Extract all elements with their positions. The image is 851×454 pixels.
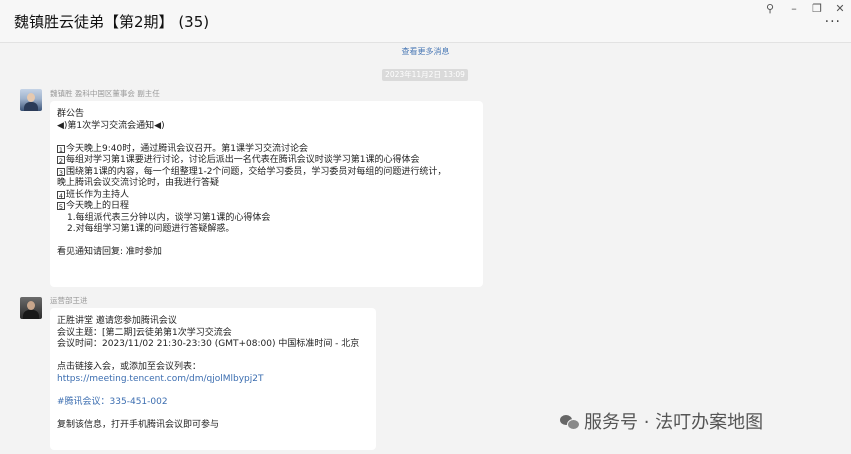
load-more-link[interactable]: 查看更多消息 <box>0 46 851 57</box>
message-line: 点击链接入会，或添加至会议列表： <box>57 362 202 372</box>
message-line: 1.每组派代表三分钟以内，谈学习第1课的心得体会 <box>67 212 271 223</box>
message-line: 3 围绕第1课的内容，每一个组整理1-2个问题，交给学习委员，学习委员对每组的问题… <box>57 167 476 179</box>
message-line: 会议主题：[第二期]云徒弟第1次学习交流会 <box>57 327 232 338</box>
watermark: 服务号 · 法叮办案地图 <box>560 408 763 434</box>
message-line: ◀)第1次学习交流会通知◀) <box>57 120 165 131</box>
message-timestamp: 2023年11月2日 13:09 <box>382 69 468 81</box>
message-line: 1 今天晚上9:40时，通过腾讯会议召开。第1课学习交流讨论会 <box>57 144 476 156</box>
number-marker: 4 <box>57 190 65 200</box>
message-line: 晚上腾讯会议交流讨论时，由我进行答疑 <box>57 178 220 188</box>
avatar-body <box>24 102 38 111</box>
wechat-icon <box>560 415 580 430</box>
avatar[interactable] <box>20 89 42 111</box>
watermark-text: 服务号 · 法叮办案地图 <box>584 412 764 433</box>
avatar-head <box>27 93 35 102</box>
message-bubble[interactable]: 群公告 ◀)第1次学习交流会通知◀) 1 今天晚上9:40时，通过腾讯会议召开。第… <box>50 101 483 287</box>
more-icon[interactable]: ··· <box>825 14 841 30</box>
message-line: 复制该信息，打开手机腾讯会议即可参与 <box>57 419 220 430</box>
number-marker: 1 <box>57 144 65 154</box>
message-line: 2.对每组学习第1课的问题进行答疑解惑。 <box>67 224 235 234</box>
meeting-link[interactable]: https://meeting.tencent.com/dm/qjolMlbyp… <box>57 374 369 386</box>
meeting-id-tag[interactable]: #腾讯会议：335-451-002 <box>57 397 369 409</box>
pin-icon[interactable]: ⚲ <box>762 2 778 15</box>
message-text: 班长作为主持人 <box>66 189 130 200</box>
message-line: 2 每组对学习第1课要进行讨论，讨论后派出一名代表在腾讯会议时谈学习第1课的心得体… <box>57 155 476 167</box>
message-text: 围绕第1课的内容，每一个组整理1-2个问题，交给学习委员，学习委员对每组的问题进… <box>66 166 447 177</box>
message-text: 每组对学习第1课要进行讨论，讨论后派出一名代表在腾讯会议时谈学习第1课的心得体会 <box>66 155 420 165</box>
minimize-icon[interactable]: – <box>786 2 802 15</box>
message-line: 看见通知请回复: 准时参加 <box>57 247 162 257</box>
message-line: 群公告 <box>57 109 85 119</box>
number-marker: 5 <box>57 202 65 211</box>
sender-name[interactable]: 运营部王进 <box>50 295 88 306</box>
avatar[interactable] <box>20 297 42 319</box>
message-line: 正胜讲堂 邀请您参加腾讯会议 <box>57 316 177 326</box>
message-line: 4 班长作为主持人 <box>57 190 476 202</box>
avatar-head <box>27 301 35 310</box>
message-text: 今天晚上的日程 <box>66 201 130 211</box>
message-line: 会议时间：2023/11/02 21:30-23:30 (GMT+08:00) … <box>57 339 360 349</box>
sender-name[interactable]: 魏镇胜 盈科中国区董事会 副主任 <box>50 88 160 99</box>
message-bubble[interactable]: 正胜讲堂 邀请您参加腾讯会议 会议主题：[第二期]云徒弟第1次学习交流会 会议时… <box>50 308 376 450</box>
message-line: 5 今天晚上的日程 <box>57 201 476 213</box>
chat-title: 魏镇胜云徒弟【第2期】 (35) <box>14 13 210 31</box>
number-marker: 2 <box>57 156 65 165</box>
restore-icon[interactable]: ❐ <box>809 2 825 15</box>
number-marker: 3 <box>57 167 65 177</box>
title-bar: 魏镇胜云徒弟【第2期】 (35) ⚲ – ❐ ✕ ··· <box>0 0 851 43</box>
avatar-body <box>23 310 39 319</box>
message-text: 今天晚上9:40时，通过腾讯会议召开。第1课学习交流讨论会 <box>66 143 308 154</box>
